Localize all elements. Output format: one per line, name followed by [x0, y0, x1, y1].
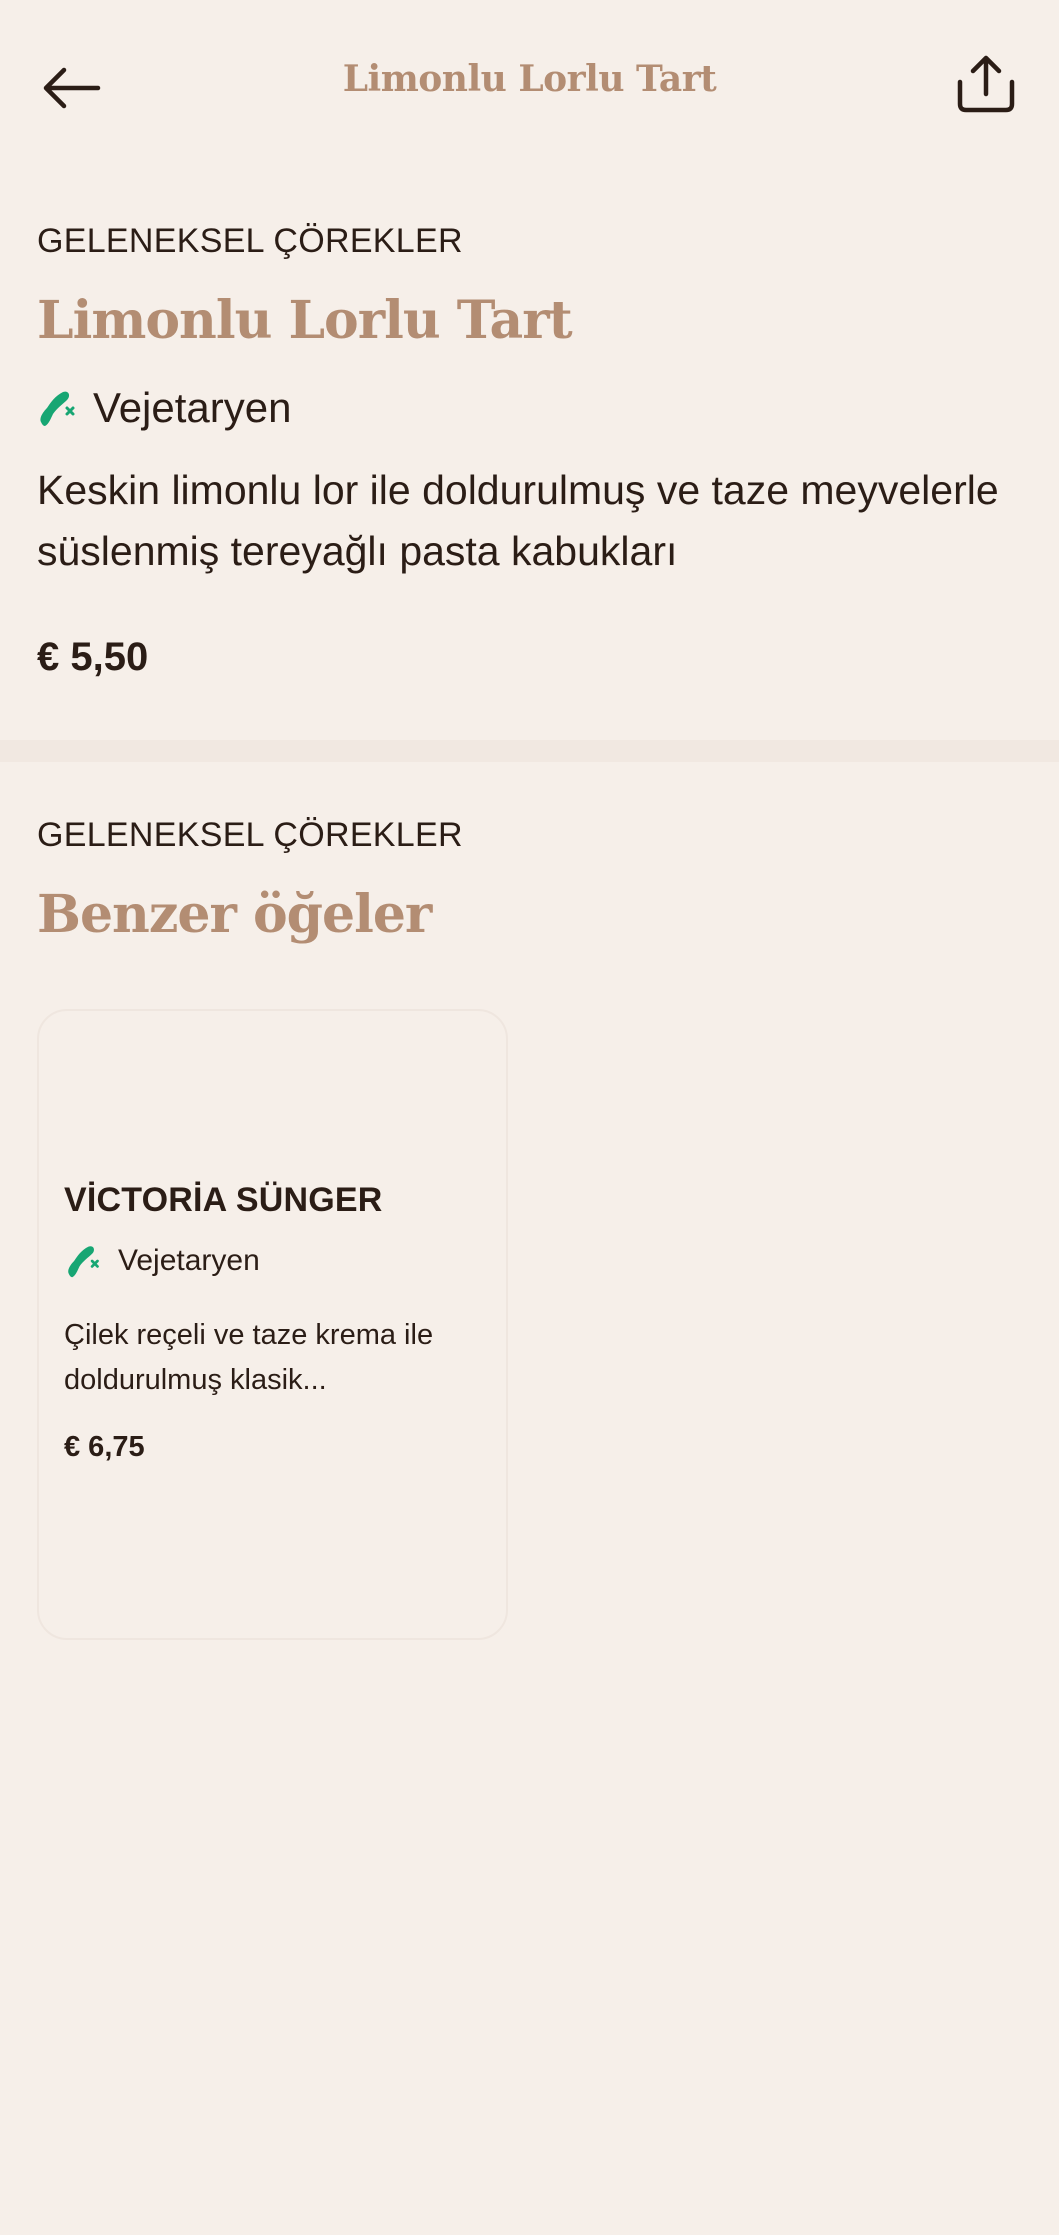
vegetarian-icon	[68, 1246, 99, 1278]
item-price: € 5,50	[37, 635, 149, 679]
section-divider	[0, 740, 1059, 762]
share-icon	[957, 55, 1015, 113]
top-app-bar: Limonlu Lorlu Tart	[0, 0, 1059, 170]
diet-label: Vejetaryen	[93, 384, 292, 431]
similar-heading: Benzer öğeler	[37, 884, 432, 945]
share-button[interactable]	[948, 46, 1024, 122]
item-description: Keskin limonlu lor ile doldurulmuş ve ta…	[37, 467, 999, 574]
diet-label: Vejetaryen	[118, 1244, 260, 1277]
item-category: GELENEKSEL ÇÖREKLER	[37, 222, 463, 260]
vegetarian-icon	[40, 391, 75, 426]
similar-item-price: € 6,75	[64, 1431, 145, 1463]
diet-badge: Vejetaryen	[37, 384, 291, 432]
item-name: Limonlu Lorlu Tart	[37, 290, 573, 351]
similar-item-description: Çilek reçeli ve taze krema ile doldurulm…	[64, 1319, 434, 1396]
page-title: Limonlu Lorlu Tart	[342, 58, 717, 100]
diet-badge: Vejetaryen	[64, 1243, 260, 1279]
item-detail: GELENEKSEL ÇÖREKLER Limonlu Lorlu Tart V…	[0, 170, 1059, 740]
similar-item-name: VİCTORİA SÜNGER	[64, 1181, 383, 1219]
similar-category: GELENEKSEL ÇÖREKLER	[37, 816, 463, 854]
similar-item-card[interactable]: VİCTORİA SÜNGER Vejetaryen Çilek reçeli …	[37, 1009, 508, 1640]
